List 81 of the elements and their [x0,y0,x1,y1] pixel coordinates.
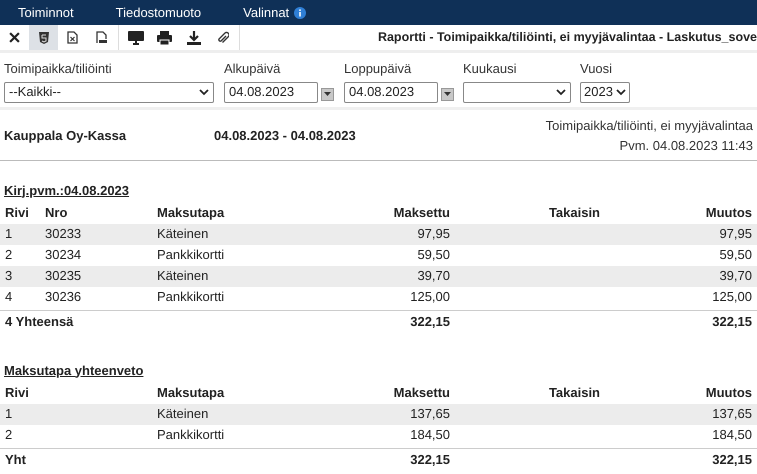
table-cell: Pankkikortti [157,247,224,262]
table-cell: 59,50 [719,247,752,262]
column-header: 322,15 [410,314,450,329]
table-cell: Käteinen [157,226,208,242]
section-heading: Kirj.pvm.:04.08.2023 [4,182,130,198]
table-cell: 125,00 [410,289,450,304]
printer-icon [157,30,172,44]
table-cell: 1 [5,406,12,422]
pdf-file-icon [96,31,107,44]
column-header: Maksettu [394,205,450,220]
calendar-button[interactable] [441,88,454,100]
table-cell: 30235 [45,268,82,284]
column-header: Nro [45,205,68,220]
date-field[interactable]: 04.08.2023 [224,82,318,102]
column-header: Maksettu [394,385,450,400]
column-header: 322,15 [410,452,450,467]
column-header: 322,15 [712,314,752,329]
field-label: Toimipaikka/tiliöinti [4,60,113,78]
html-file-icon [38,32,48,44]
calendar-button[interactable] [321,88,334,100]
field-label: Alkupäivä [224,60,282,78]
table-cell: 2 [5,427,12,442]
print-date: Pvm. 04.08.2023 11:43 [620,136,753,154]
table-cell: 30233 [45,226,82,242]
table-cell: 97,95 [417,226,450,242]
date-field[interactable]: 04.08.2023 [344,82,438,102]
company-name: Kauppala Oy-Kassa [4,126,128,145]
column-header: Takaisin [548,205,600,220]
table-cell: 30236 [45,289,82,304]
column-header: Rivi [5,385,29,400]
monitor-icon [128,30,144,44]
table-cell: 39,70 [417,268,450,284]
table-cell: 3 [5,268,12,284]
column-header: 322,15 [712,452,752,467]
table-cell: 1 [5,226,12,242]
caret-icon [324,92,331,96]
spreadsheet-file-icon [67,31,78,44]
close-icon [9,32,20,43]
chevron-down-icon [199,88,209,96]
column-header: Takaisin [548,385,600,400]
table-cell: 137,65 [410,406,450,422]
table-cell: Pankkikortti [157,427,224,442]
toolbar-button[interactable] [29,25,58,50]
field-label: Loppupäivä [344,60,412,78]
table-cell: Käteinen [157,268,208,284]
menu-item[interactable]: Toiminnot [18,2,74,22]
table-cell: 125,00 [712,289,752,304]
column-header: Rivi [5,205,29,220]
table-cell: 30234 [45,247,82,262]
field-label: Vuosi [580,60,614,78]
download-icon [186,30,200,44]
column-header: Maksutapa [157,385,224,400]
table-cell: 39,70 [719,268,752,284]
chevron-down-icon [556,88,566,96]
column-header: Maksutapa [157,205,224,220]
report-title: Raportti - Toimipaikka/tiliöinti, ei myyjävalintaa - Laskutus_sove [378,29,757,46]
dropdown[interactable]: 2023 [580,82,630,102]
table-cell: 184,50 [410,427,450,442]
dropdown[interactable] [463,82,571,102]
column-header: 4 Yhteensä [5,314,74,329]
table-cell: 184,50 [712,427,752,442]
date-range: 04.08.2023 - 04.08.2023 [214,126,356,145]
field-label: Kuukausi [463,60,518,78]
section-heading: Maksutapa yhteenveto [4,362,144,378]
table-cell: 97,95 [719,226,752,242]
dropdown[interactable]: --Kaikki-- [4,82,214,102]
caret-icon [444,92,451,96]
table-cell: 59,50 [417,247,450,262]
menu-item[interactable]: Tiedostomuoto [116,2,202,22]
table-cell: Käteinen [157,406,208,422]
table-cell: Pankkikortti [157,289,224,304]
column-header: Muutos [706,205,752,220]
chevron-down-icon [616,88,626,96]
report-subtitle: Toimipaikka/tiliöinti, ei myyjävalintaa [546,117,753,135]
menu-item[interactable]: Valinnat [243,2,290,22]
table-cell: 2 [5,247,12,262]
table-cell: 4 [5,289,12,304]
paperclip-icon [216,30,228,44]
table-cell: 137,65 [712,406,752,422]
column-header: Yht [5,452,26,467]
column-header: Muutos [706,385,752,400]
